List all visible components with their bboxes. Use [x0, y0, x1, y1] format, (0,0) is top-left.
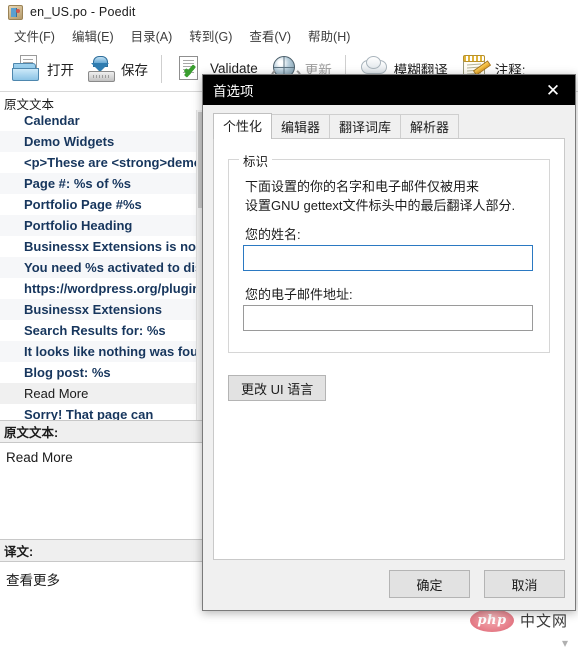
menu-file[interactable]: 文件(F): [6, 24, 64, 47]
source-string-list[interactable]: Calendar Demo Widgets <p>These are <stro…: [0, 110, 208, 428]
validate-check-icon: [175, 54, 205, 84]
watermark-site-text: 中文网: [519, 613, 568, 630]
list-item[interactable]: Blog post: %s: [0, 362, 208, 383]
menu-go[interactable]: 转到(G): [181, 24, 241, 47]
tab-translation-memory[interactable]: 翻译词库: [329, 114, 402, 139]
translation-pane-content[interactable]: 查看更多: [0, 562, 208, 654]
open-folder-icon: [12, 54, 42, 84]
php-logo-text: php: [477, 613, 507, 628]
list-item[interactable]: Portfolio Heading: [0, 215, 208, 236]
change-ui-language-button[interactable]: 更改 UI 语言: [228, 375, 327, 401]
scroll-down-arrow-icon[interactable]: ▾: [558, 636, 572, 650]
name-input[interactable]: [243, 245, 533, 271]
dialog-title: 首选项: [213, 84, 254, 99]
list-item[interactable]: <p>These are <strong>demo: [0, 152, 208, 173]
poedit-icon: [8, 4, 23, 20]
poedit-window: en_US.po - Poedit 文件(F) 编辑(E) 目录(A) 转到(G…: [0, 0, 578, 654]
menu-view[interactable]: 查看(V): [241, 24, 300, 47]
list-item[interactable]: You need %s activated to disp: [0, 257, 208, 278]
list-item-selected[interactable]: Read More: [0, 383, 208, 404]
tab-panel-personalization: 标识 下面设置的你的名字和电子邮件仅被用来 设置GNU gettext文件标头中…: [213, 138, 565, 560]
list-item[interactable]: Businessx Extensions is not a: [0, 236, 208, 257]
menu-catalog[interactable]: 目录(A): [123, 24, 182, 47]
save-button[interactable]: 保存: [80, 49, 154, 89]
close-icon[interactable]: ✕: [531, 75, 575, 105]
tab-parsers[interactable]: 解析器: [400, 114, 460, 139]
source-text-pane-content[interactable]: Read More: [0, 443, 208, 539]
window-title: en_US.po - Poedit: [30, 5, 136, 19]
save-disk-icon: [86, 54, 116, 84]
list-item[interactable]: Demo Widgets: [0, 131, 208, 152]
identity-description-line1: 下面设置的你的名字和电子邮件仅被用来: [245, 179, 480, 194]
watermark: php 中文网: [469, 609, 568, 632]
menubar: 文件(F) 编辑(E) 目录(A) 转到(G) 查看(V) 帮助(H): [0, 24, 578, 46]
list-item[interactable]: Portfolio Page #%s: [0, 194, 208, 215]
open-button[interactable]: 打开: [6, 49, 80, 89]
list-item[interactable]: Businessx Extensions: [0, 299, 208, 320]
tab-personalization[interactable]: 个性化: [213, 113, 273, 139]
ok-button[interactable]: 确定: [389, 570, 470, 598]
identity-description-line2: 设置GNU gettext文件标头中的最后翻译人部分.: [245, 198, 516, 213]
menu-help[interactable]: 帮助(H): [300, 24, 359, 47]
source-text-pane-header: 原文文本:: [0, 420, 208, 443]
list-item[interactable]: Search Results for: %s: [0, 320, 208, 341]
dialog-titlebar: 首选项 ✕: [203, 75, 575, 105]
email-label: 您的电子邮件地址:: [245, 287, 353, 302]
identity-description: 下面设置的你的名字和电子邮件仅被用来 设置GNU gettext文件标头中的最后…: [245, 177, 535, 215]
save-button-label: 保存: [121, 62, 148, 78]
tab-editor[interactable]: 编辑器: [271, 114, 331, 139]
window-titlebar: en_US.po - Poedit: [0, 0, 578, 24]
menu-edit[interactable]: 编辑(E): [64, 24, 123, 47]
name-label: 您的姓名:: [245, 227, 301, 242]
email-input[interactable]: [243, 305, 533, 331]
list-item[interactable]: Page #: %s of %s: [0, 173, 208, 194]
list-item[interactable]: Calendar: [0, 110, 208, 131]
identity-groupbox-title: 标识: [239, 151, 273, 170]
toolbar-separator-1: [161, 54, 162, 83]
list-item[interactable]: It looks like nothing was foun: [0, 341, 208, 362]
cancel-button[interactable]: 取消: [484, 570, 565, 598]
identity-groupbox: 标识 下面设置的你的名字和电子邮件仅被用来 设置GNU gettext文件标头中…: [228, 151, 550, 353]
dialog-footer: 确定 取消: [389, 570, 565, 598]
translation-pane-header: 译文:: [0, 539, 208, 562]
open-button-label: 打开: [47, 62, 74, 78]
dialog-body: 个性化 编辑器 翻译词库 解析器 标识 下面设置的你的名字和电子邮件仅被用来 设…: [203, 105, 575, 610]
list-item[interactable]: https://wordpress.org/plugin: [0, 278, 208, 299]
preferences-dialog: 首选项 ✕ 个性化 编辑器 翻译词库 解析器 标识 下面设置的你的名字和电子邮件…: [202, 74, 576, 611]
dialog-tabstrip: 个性化 编辑器 翻译词库 解析器: [213, 113, 565, 139]
php-logo-icon: php: [469, 609, 514, 632]
